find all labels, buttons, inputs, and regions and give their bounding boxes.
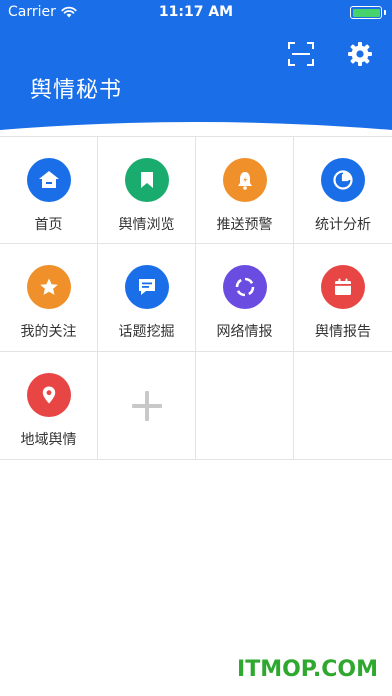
grid-item-icon: [124, 265, 169, 309]
bell-icon: [237, 172, 252, 190]
grid-item-alert[interactable]: 推送预警: [196, 136, 294, 244]
grid-item-home[interactable]: 首页: [0, 136, 98, 244]
calendar-icon: [335, 278, 351, 295]
grid-item-icon: [26, 265, 71, 309]
home-icon: [38, 171, 59, 188]
grid-item-label: 网络情报: [216, 324, 273, 340]
grid-item-region[interactable]: 地域舆情: [0, 352, 98, 460]
add-item-button[interactable]: [98, 352, 196, 460]
grid-item-icon: [321, 265, 365, 309]
scan-icon[interactable]: [287, 40, 315, 68]
grid-item-icon: [222, 158, 267, 202]
grid-item-label: 我的关注: [20, 324, 77, 340]
header-wave: [0, 122, 392, 136]
plus-icon: [131, 390, 162, 421]
grid-item-stats[interactable]: 统计分析: [294, 136, 392, 244]
star-icon: [39, 278, 58, 295]
grid-item-icon: [26, 373, 71, 417]
grid-item-icon: [124, 158, 169, 202]
app-header: Carrier 11:17 AM 舆情秘书: [0, 0, 392, 136]
watermark: ITMOP.COM: [237, 657, 378, 682]
circle-dashed-icon: [235, 277, 254, 297]
empty-cell: [196, 352, 294, 460]
message-icon: [138, 279, 155, 295]
grid-item-web[interactable]: 网络情报: [196, 244, 294, 352]
bookmark-icon: [140, 172, 153, 188]
grid-item-icon: [222, 265, 267, 309]
pie-chart-icon: [333, 170, 353, 190]
page-title: 舆情秘书: [30, 78, 123, 103]
grid-item-browse[interactable]: 舆情浏览: [98, 136, 196, 244]
battery-icon: [350, 6, 386, 19]
grid-item-label: 首页: [34, 217, 63, 233]
grid-item-label: 地域舆情: [20, 432, 77, 448]
grid-item-follow[interactable]: 我的关注: [0, 244, 98, 352]
grid-item-icon: [26, 158, 71, 202]
location-pin-icon: [42, 386, 55, 404]
gear-icon[interactable]: [346, 40, 374, 68]
grid-item-label: 舆情浏览: [118, 217, 175, 233]
grid-item-report[interactable]: 舆情报告: [294, 244, 392, 352]
grid-item-label: 舆情报告: [315, 324, 371, 340]
empty-cell: [294, 352, 392, 460]
status-time: 11:17 AM: [158, 4, 234, 20]
grid-item-icon: [321, 158, 365, 202]
status-bar: Carrier 11:17 AM: [0, 0, 392, 24]
grid-item-label: 统计分析: [315, 217, 371, 233]
grid-item-label: 话题挖掘: [118, 324, 175, 340]
grid-item-topic[interactable]: 话题挖掘: [98, 244, 196, 352]
feature-grid: 首页 舆情浏览 推送预警 统计分析 我的关注 话题挖掘 网络情报 舆情报告 地域…: [0, 136, 392, 460]
grid-item-label: 推送预警: [216, 217, 273, 233]
